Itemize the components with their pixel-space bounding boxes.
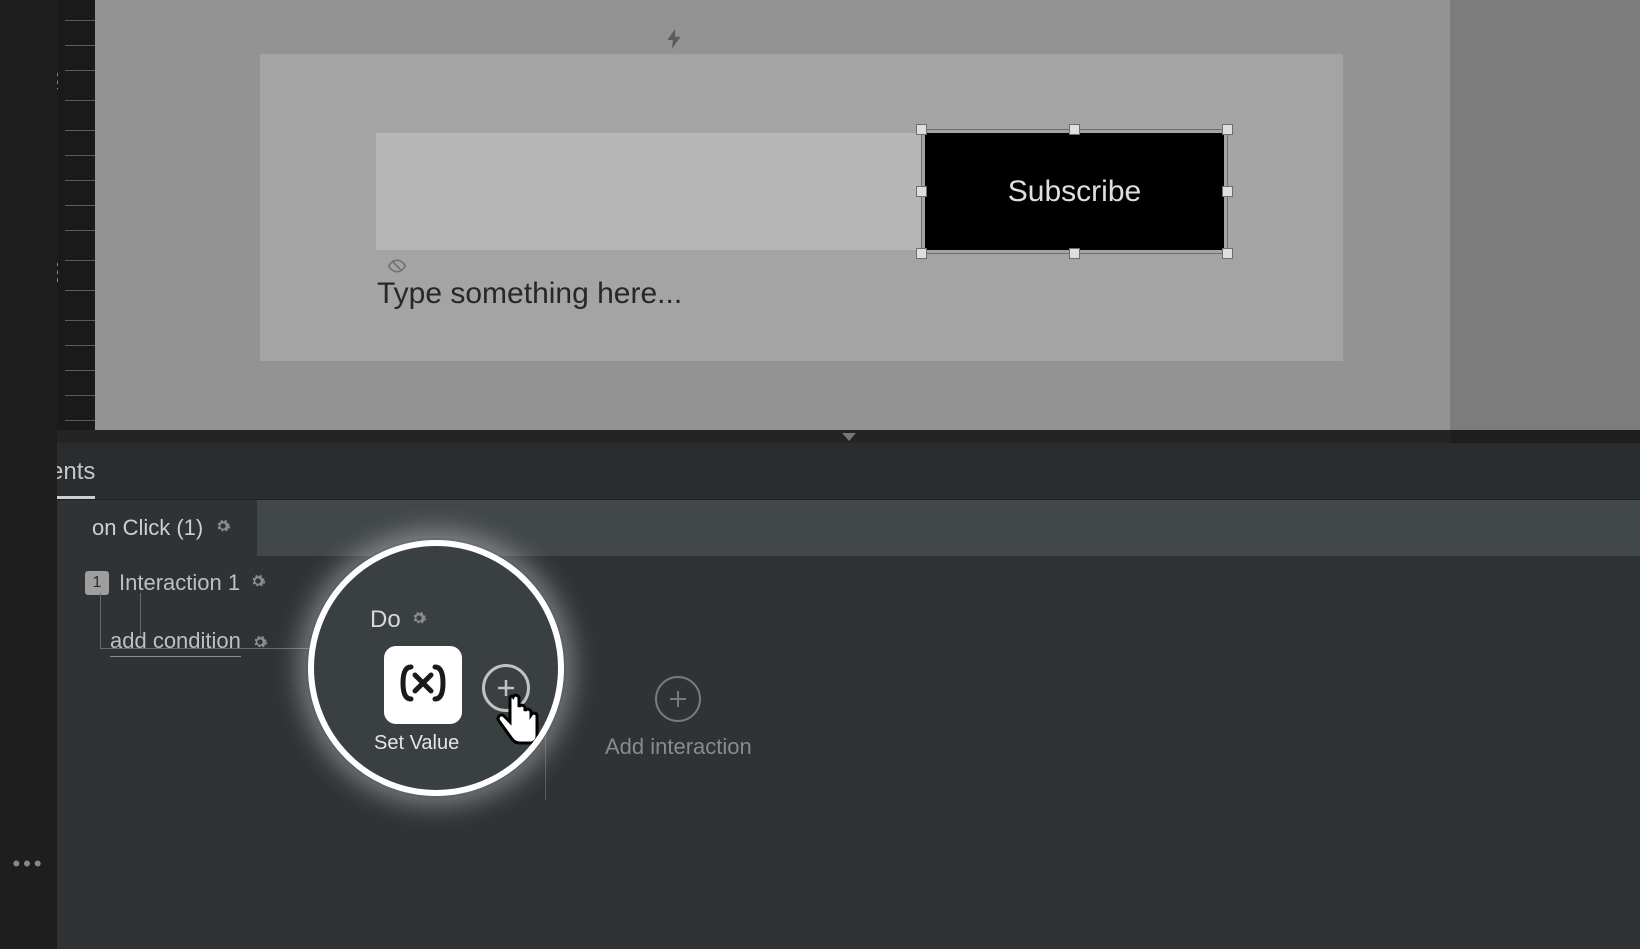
hidden-icon bbox=[387, 258, 407, 279]
gear-icon[interactable] bbox=[250, 573, 266, 594]
chevron-down-icon bbox=[842, 433, 856, 441]
panel-collapse-handle[interactable] bbox=[57, 430, 1640, 444]
add-interaction-label: Add interaction bbox=[605, 734, 752, 760]
add-action-button[interactable] bbox=[482, 664, 530, 712]
vertical-ruler bbox=[57, 0, 95, 430]
more-menu-icon[interactable]: ••• bbox=[0, 851, 57, 877]
trigger-label: on Click (1) bbox=[92, 515, 203, 541]
add-condition-link[interactable]: add condition bbox=[110, 628, 241, 657]
event-trigger-tab[interactable]: on Click (1) bbox=[57, 500, 1640, 556]
canvas-subscribe-button[interactable]: Subscribe bbox=[925, 133, 1224, 250]
interaction-indicator-icon bbox=[666, 29, 682, 54]
events-panel: Events on Click (1) bbox=[0, 444, 1640, 949]
canvas-artboard[interactable]: Type something here... Subscribe bbox=[260, 54, 1343, 361]
gear-icon[interactable] bbox=[215, 518, 231, 539]
do-label: Do bbox=[370, 606, 401, 634]
canvas-placeholder-text[interactable]: Type something here... bbox=[377, 277, 682, 311]
interaction-number-badge: 1 bbox=[85, 571, 109, 595]
canvas-text-input[interactable] bbox=[376, 133, 921, 250]
interaction-item[interactable]: 1 Interaction 1 bbox=[85, 570, 266, 596]
gear-icon[interactable] bbox=[411, 610, 427, 631]
add-interaction-button[interactable]: Add interaction bbox=[605, 676, 752, 760]
variable-icon bbox=[399, 663, 447, 708]
subscribe-label: Subscribe bbox=[1008, 175, 1141, 209]
action-label: Set Value bbox=[374, 732, 459, 755]
action-set-value[interactable] bbox=[384, 646, 462, 724]
design-canvas[interactable]: Type something here... Subscribe bbox=[57, 0, 1640, 443]
events-panel-header: Events bbox=[0, 444, 1640, 500]
left-sidebar: ••• bbox=[0, 0, 57, 949]
interaction-label: Interaction 1 bbox=[119, 570, 240, 596]
gear-icon[interactable] bbox=[252, 634, 268, 655]
plus-circle-icon bbox=[655, 676, 701, 722]
zoom-magnifier: Do Set Value bbox=[308, 540, 564, 796]
